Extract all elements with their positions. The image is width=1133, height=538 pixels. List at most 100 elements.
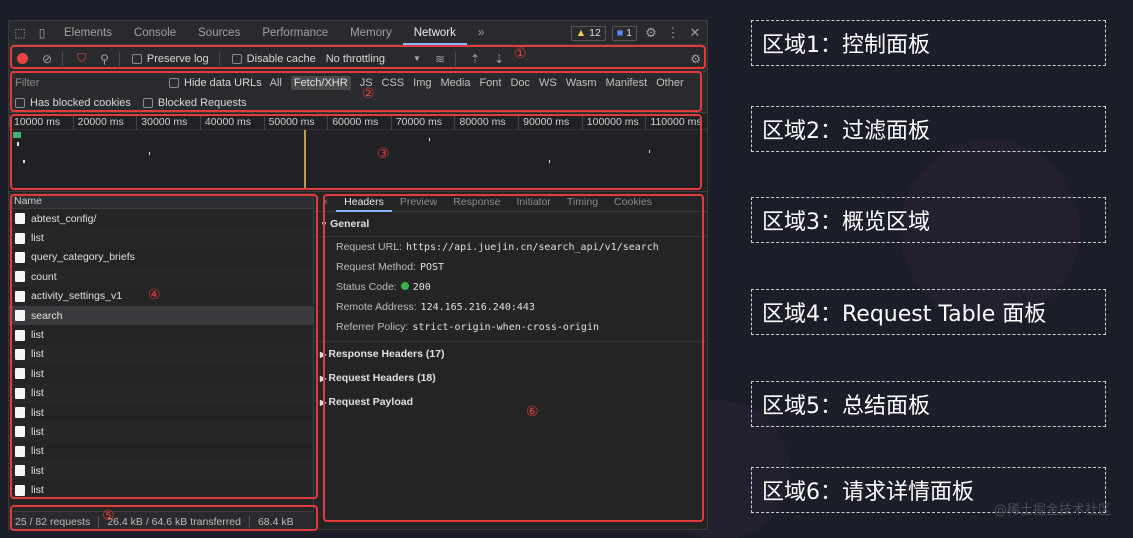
request-name: list (31, 425, 44, 438)
table-row[interactable]: list (9, 383, 313, 403)
clear-icon[interactable]: ⊘ (42, 52, 52, 66)
search-icon[interactable]: ⚲ (100, 52, 109, 66)
tab-network[interactable]: Network (402, 21, 467, 45)
filter-type-media[interactable]: Media (441, 77, 471, 89)
request-payload-section[interactable]: ▶ Request Payload (314, 390, 707, 414)
table-row[interactable]: activity_settings_v1 (9, 287, 313, 306)
checkbox-box[interactable] (231, 53, 242, 64)
tab-initiator[interactable]: Initiator (508, 196, 558, 208)
warnings-badge[interactable]: ▲ 12 (570, 25, 606, 41)
message-icon: ■ (616, 27, 624, 39)
tab-preview[interactable]: Preview (392, 196, 445, 208)
column-header-name[interactable]: Name (9, 193, 313, 209)
filter-type-other[interactable]: Other (656, 77, 684, 89)
filter-type-css[interactable]: CSS (382, 77, 405, 89)
toolbar-divider (218, 51, 220, 66)
document-icon (15, 251, 25, 263)
tab-performance[interactable]: Performance (251, 21, 339, 45)
tab-timing[interactable]: Timing (559, 196, 606, 208)
document-icon (15, 213, 25, 225)
disable-cache-checkbox[interactable]: Disable cache (231, 53, 316, 65)
overview-timeline[interactable]: 10000 ms 20000 ms 30000 ms 40000 ms 50000 ms… (9, 113, 707, 192)
devtools-tab-bar: ⬚ ▯ Elements Console Sources Performance… (9, 21, 707, 45)
referrer-policy-row: Referrer Policy: strict-origin-when-cross… (314, 317, 707, 342)
request-payload-title: Request Payload (328, 396, 413, 408)
close-devtools-icon[interactable]: ✕ (687, 25, 703, 41)
close-details-icon[interactable]: × (314, 196, 336, 208)
filter-type-doc[interactable]: Doc (510, 77, 530, 89)
toolbar-divider (118, 51, 120, 66)
filter-type-ws[interactable]: WS (539, 77, 557, 89)
network-conditions-icon[interactable]: ≋ (435, 52, 445, 66)
messages-badge[interactable]: ■ 1 (611, 25, 637, 41)
table-row[interactable]: list (9, 228, 313, 248)
table-row[interactable]: list (9, 422, 313, 442)
record-button[interactable] (17, 53, 28, 64)
network-settings-gear-icon[interactable]: ⚙ (690, 52, 701, 66)
filter-type-font[interactable]: Font (479, 77, 501, 89)
checkbox-box[interactable] (15, 97, 25, 108)
table-row[interactable]: abtest_config/ (9, 209, 313, 228)
filter-type-all[interactable]: All (270, 77, 282, 89)
table-row[interactable]: list (9, 442, 313, 461)
tab-headers[interactable]: Headers (336, 193, 392, 212)
tab-sources[interactable]: Sources (187, 21, 251, 45)
filter-type-wasm[interactable]: Wasm (566, 77, 597, 89)
filter-type-fetch-xhr[interactable]: Fetch/XHR (290, 76, 351, 90)
throttling-select[interactable]: No throttling ▼ (326, 53, 421, 65)
filter-input[interactable]: Filter (9, 77, 169, 89)
filter-type-img[interactable]: Img (413, 77, 431, 89)
remote-address-value: 124.165.216.240:443 (420, 302, 535, 313)
filter-funnel-icon[interactable]: ⛉ (77, 51, 86, 66)
region-3-marker: ③ (377, 146, 390, 162)
request-name: activity_settings_v1 (31, 290, 123, 303)
general-section-header[interactable]: ▼ General (314, 212, 707, 237)
tab-console[interactable]: Console (123, 21, 187, 45)
kebab-menu-icon[interactable]: ⋮ (665, 25, 681, 41)
inspect-element-icon[interactable]: ⬚ (9, 21, 31, 45)
timeline-tick-label: 70000 ms (390, 113, 455, 130)
tab-elements[interactable]: Elements (53, 21, 123, 45)
request-headers-section[interactable]: ▶ Request Headers (18) (314, 366, 707, 390)
device-toolbar-icon[interactable]: ▯ (31, 21, 53, 45)
checkbox-box[interactable] (131, 53, 142, 64)
general-title: General (330, 218, 370, 230)
status-code-value: 200 (412, 282, 431, 293)
filter-bar: Filter Hide data URLs All Fetch/XHR JS C… (9, 73, 707, 93)
timeline-tick-label: 40000 ms (199, 113, 264, 130)
checkbox-box[interactable] (142, 97, 153, 108)
table-row[interactable]: list (9, 364, 313, 383)
region-5-marker: ⑤ (102, 508, 115, 524)
hide-data-urls-checkbox[interactable]: Hide data URLs (169, 77, 262, 89)
warnings-count: 12 (589, 27, 601, 39)
resources-size: 68.4 kB (257, 515, 294, 528)
table-row[interactable]: list (9, 403, 313, 422)
chevron-down-icon: ▼ (413, 54, 421, 63)
table-row[interactable]: list (9, 480, 313, 499)
settings-gear-icon[interactable]: ⚙ (643, 25, 659, 41)
import-har-icon[interactable]: ⇡ (470, 52, 480, 66)
warning-icon: ▲ (575, 27, 587, 39)
more-tabs-button[interactable]: » (467, 21, 495, 45)
table-row[interactable]: list (9, 344, 313, 365)
filter-type-manifest[interactable]: Manifest (606, 77, 648, 89)
table-row[interactable]: list (9, 461, 313, 481)
table-row[interactable]: query_category_briefs (9, 248, 313, 267)
tab-response[interactable]: Response (445, 196, 508, 208)
tab-memory[interactable]: Memory (339, 21, 403, 45)
preserve-log-checkbox[interactable]: Preserve log (131, 53, 209, 65)
tab-cookies[interactable]: Cookies (606, 196, 660, 208)
table-row[interactable]: search (9, 305, 313, 326)
blocked-requests-checkbox[interactable]: Blocked Requests (142, 97, 247, 109)
request-name: list (31, 348, 44, 361)
table-row[interactable]: list (9, 325, 313, 344)
response-headers-section[interactable]: ▶ Response Headers (17) (314, 342, 707, 366)
request-rows: abtest_config/list query_category_briefs c… (9, 209, 313, 500)
timeline-tick-label: 90000 ms (518, 113, 582, 130)
checkbox-box[interactable] (169, 78, 179, 88)
request-url-value: https://api.juejin.cn/search_api/v1/sear… (405, 242, 659, 253)
has-blocked-cookies-checkbox[interactable]: Has blocked cookies (15, 97, 131, 109)
document-icon (15, 310, 25, 322)
table-row[interactable]: count (9, 267, 313, 287)
export-har-icon[interactable]: ⇣ (494, 52, 504, 66)
